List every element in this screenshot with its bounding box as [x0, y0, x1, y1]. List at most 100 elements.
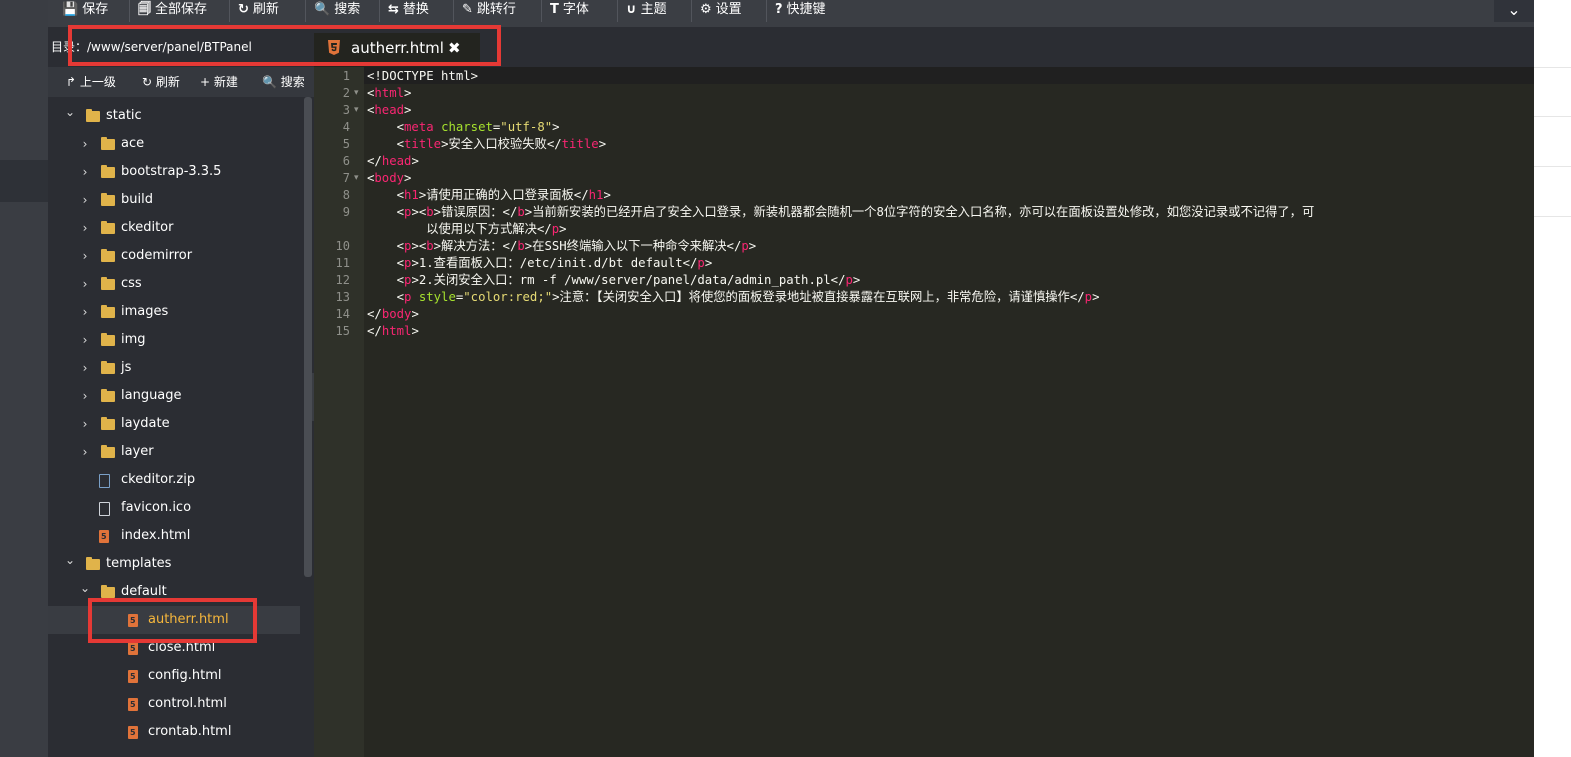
tree-tool-refresh[interactable]: ↻ 刷新	[142, 67, 180, 97]
tree-item-label: css	[121, 276, 142, 291]
tree-file[interactable]: crontab.html	[48, 718, 300, 747]
tree-file[interactable]: config.html	[48, 662, 300, 691]
toolbar-button-label: 主题	[640, 2, 667, 17]
chevron-right-icon[interactable]: ›	[79, 214, 91, 242]
code-line[interactable]: </html>	[367, 323, 419, 340]
code-line[interactable]: <head>	[367, 102, 411, 119]
chevron-right-icon[interactable]: ›	[79, 326, 91, 354]
chevron-down-icon[interactable]: ⌄	[64, 546, 76, 574]
tree-folder[interactable]: › bootstrap-3.3.5	[48, 158, 300, 186]
file-tree-scrollbar[interactable]	[304, 97, 312, 577]
toolbar-jump-button[interactable]: ✎ 跳转行	[462, 0, 516, 20]
html5-file-icon	[128, 719, 138, 747]
file-icon	[99, 502, 110, 516]
toolbar-button-label: 设置	[715, 2, 742, 17]
code-line[interactable]: <p>1.查看面板入口：/etc/init.d/bt default</p>	[367, 255, 713, 272]
toolbar-help-button[interactable]: ? 快捷键	[775, 0, 826, 20]
tree-folder[interactable]: › ckeditor	[48, 214, 300, 242]
highlight-box-path-tab	[68, 25, 501, 66]
tree-item-label: favicon.ico	[121, 500, 192, 515]
toolbar-button-label: 全部保存	[155, 2, 208, 17]
tree-file[interactable]: control.html	[48, 690, 300, 719]
code-line[interactable]: <!DOCTYPE html>	[367, 68, 478, 85]
toolbar-save-all-button[interactable]: 🗐 全部保存	[138, 0, 207, 20]
chevron-down-icon[interactable]: ⌄	[64, 98, 76, 126]
code-line[interactable]: <meta charset="utf-8">	[367, 119, 560, 136]
line-number: 4	[342, 120, 350, 134]
tree-folder[interactable]: › ace	[48, 130, 300, 158]
tree-file[interactable]: ckeditor.zip	[48, 466, 300, 494]
fold-toggle-icon[interactable]: ▾	[354, 170, 362, 187]
toolbar-collapse-button[interactable]: ⌄	[1494, 0, 1534, 22]
tree-folder[interactable]: › js	[48, 354, 300, 382]
tree-tool-up[interactable]: ↱ 上一级	[66, 67, 116, 97]
code-line[interactable]: <html>	[367, 85, 411, 102]
fold-toggle-icon[interactable]: ▾	[354, 85, 362, 102]
toolbar-refresh-button[interactable]: ↻ 刷新	[238, 0, 279, 20]
chevron-right-icon[interactable]: ›	[79, 186, 91, 214]
toolbar-divider	[691, 0, 692, 22]
tree-item-label: ace	[121, 136, 145, 151]
tree-file[interactable]: index.html	[48, 522, 300, 551]
line-number: 5	[342, 137, 350, 151]
fold-toggle-icon[interactable]: ▾	[354, 102, 362, 119]
code-line[interactable]: 以使用以下方式解决</p>	[367, 221, 566, 238]
toolbar-save-button[interactable]: 💾 保存	[62, 0, 108, 20]
theme-icon: ∪	[626, 2, 637, 17]
code-line[interactable]: <p><b>解决方法：</b>在SSH终端输入以下一种命令来解决</p>	[367, 238, 757, 255]
line-number: 9	[342, 205, 350, 219]
tree-folder[interactable]: › images	[48, 298, 300, 326]
folder-icon	[101, 585, 115, 598]
code-line[interactable]: </head>	[367, 153, 419, 170]
tree-folder[interactable]: › laydate	[48, 410, 300, 438]
line-number: 12	[335, 273, 350, 287]
chevron-right-icon[interactable]: ›	[79, 298, 91, 326]
tree-item-label: crontab.html	[148, 724, 232, 739]
tree-tool-plus[interactable]: + 新建	[200, 67, 238, 97]
toolbar-theme-button[interactable]: ∪ 主题	[626, 0, 667, 20]
code-editor[interactable]: 1 2 ▾ 3 ▾ 4 5 6 7 ▾ 8 9 10 11 12 13 14 15 <!DOCTYPE html>…	[314, 67, 1534, 757]
folder-icon	[101, 137, 115, 150]
tree-folder[interactable]: › language	[48, 382, 300, 410]
code-line[interactable]: <p style="color:red;">注意：【关闭安全入口】将使您的面板登…	[367, 289, 1100, 306]
toolbar-search-button[interactable]: 🔍 搜索	[314, 0, 360, 20]
toolbar-gear-button[interactable]: ⚙ 设置	[700, 0, 742, 20]
toolbar-divider	[541, 0, 542, 22]
toolbar-replace-button[interactable]: ⇆ 替换	[388, 0, 429, 20]
tree-item-label: index.html	[121, 528, 191, 543]
line-number: 7	[342, 171, 350, 185]
chevron-right-icon[interactable]: ›	[79, 438, 91, 466]
code-line[interactable]: <title>安全入口校验失败</title>	[367, 136, 606, 153]
toolbar-font-button[interactable]: T 字体	[550, 0, 589, 20]
save-icon: 💾	[62, 2, 79, 17]
editor-toolbar: ⌄ 💾 保存 🗐 全部保存 ↻ 刷新 🔍 搜索 ⇆ 替换 ✎ 跳转行 T 字体 ∪ 主题 ⚙ 设置 ? 快捷键	[48, 0, 1534, 27]
code-line[interactable]: <body>	[367, 170, 411, 187]
folder-icon	[101, 417, 115, 430]
tree-folder[interactable]: › img	[48, 326, 300, 354]
chevron-right-icon[interactable]: ›	[79, 382, 91, 410]
chevron-right-icon[interactable]: ›	[79, 354, 91, 382]
tree-folder[interactable]: › css	[48, 270, 300, 298]
line-number: 15	[335, 324, 350, 338]
tree-folder[interactable]: ⌄ static	[48, 102, 300, 130]
code-line[interactable]: <p>2.关闭安全入口：rm -f /www/server/panel/data…	[367, 272, 861, 289]
background-page-left	[0, 0, 48, 757]
chevron-right-icon[interactable]: ›	[79, 130, 91, 158]
chevron-right-icon[interactable]: ›	[79, 270, 91, 298]
folder-icon	[101, 333, 115, 346]
tree-folder[interactable]: › build	[48, 186, 300, 214]
code-line[interactable]: </body>	[367, 306, 419, 323]
tree-file[interactable]: favicon.ico	[48, 494, 300, 522]
chevron-right-icon[interactable]: ›	[79, 242, 91, 270]
tree-item-label: layer	[121, 444, 154, 459]
code-line[interactable]: <p><b>错误原因：</b>当前新安装的已经开启了安全入口登录，新装机器都会随…	[367, 204, 1315, 221]
toolbar-divider	[129, 0, 130, 22]
tree-tool-search[interactable]: 🔍 搜索	[262, 67, 305, 97]
tree-folder[interactable]: › codemirror	[48, 242, 300, 270]
tree-folder[interactable]: › layer	[48, 438, 300, 466]
tree-item-label: codemirror	[121, 248, 193, 263]
toolbar-divider	[453, 0, 454, 22]
chevron-right-icon[interactable]: ›	[79, 158, 91, 186]
chevron-right-icon[interactable]: ›	[79, 410, 91, 438]
code-line[interactable]: <h1>请使用正确的入口登录面板</h1>	[367, 187, 611, 204]
